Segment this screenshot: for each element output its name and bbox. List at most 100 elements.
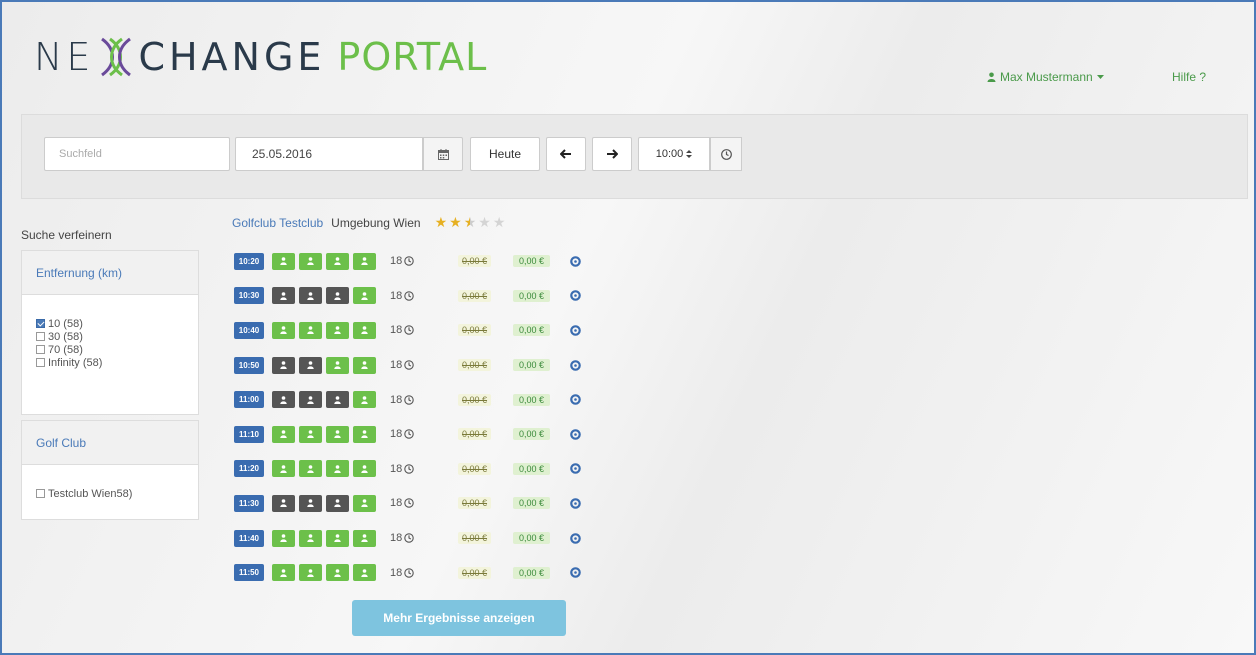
player-slot-free[interactable] — [353, 287, 376, 305]
logo-text-ne: NE — [34, 35, 95, 79]
teetime-row[interactable]: 11:10 18 0,00 € 0,00 € — [234, 417, 581, 452]
search-input[interactable]: Suchfeld — [44, 137, 230, 171]
player-slot-free[interactable] — [272, 529, 295, 547]
player-slot-free[interactable] — [299, 321, 322, 339]
club-option-testclub[interactable]: Testclub Wien58) — [36, 487, 184, 500]
distance-option-30[interactable]: 30 (58) — [36, 330, 184, 343]
teetime-row[interactable]: 10:50 18 0,00 € 0,00 € — [234, 348, 581, 383]
gear-icon[interactable] — [570, 359, 581, 371]
clock-button[interactable] — [710, 137, 742, 171]
date-field[interactable]: 25.05.2016 — [235, 137, 423, 171]
club-name-link[interactable]: Golfclub Testclub — [232, 216, 323, 230]
price-current: 0,00 € — [513, 324, 551, 337]
teetime-row[interactable]: 11:30 18 0,00 € 0,00 € — [234, 486, 581, 521]
player-slots — [272, 460, 376, 478]
today-button[interactable]: Heute — [470, 137, 540, 171]
player-slot-free[interactable] — [299, 529, 322, 547]
player-slot-free[interactable] — [353, 356, 376, 374]
show-more-button[interactable]: Mehr Ergebnisse anzeigen — [352, 600, 566, 636]
distance-option-infinity[interactable]: Infinity (58) — [36, 356, 184, 369]
person-icon — [361, 257, 368, 266]
gear-icon[interactable] — [570, 567, 581, 578]
teetime-row[interactable]: 10:40 18 0,00 € 0,00 € — [234, 313, 581, 348]
gear-icon[interactable] — [570, 290, 581, 302]
checkbox[interactable] — [36, 489, 45, 498]
teetime-badge[interactable]: 11:40 — [234, 529, 264, 547]
checkbox[interactable] — [36, 319, 45, 328]
player-slot-free[interactable] — [353, 391, 376, 409]
time-select[interactable]: 10:00 — [638, 137, 710, 171]
gear-icon[interactable] — [570, 325, 581, 336]
teetime-badge[interactable]: 11:10 — [234, 425, 264, 443]
clock-icon — [404, 429, 414, 440]
teetime-row[interactable]: 11:50 18 0,00 € 0,00 € — [234, 555, 581, 590]
player-slot-free[interactable] — [353, 425, 376, 443]
player-slot-free[interactable] — [353, 494, 376, 512]
club-filter-title[interactable]: Golf Club — [22, 421, 198, 465]
teetime-badge[interactable]: 10:30 — [234, 287, 264, 305]
gear-icon[interactable] — [570, 428, 581, 440]
price-original: 0,00 € — [458, 428, 492, 441]
checkbox[interactable] — [36, 332, 45, 341]
player-slot-free[interactable] — [272, 321, 295, 339]
teetime-badge[interactable]: 11:50 — [234, 564, 264, 582]
teetime-row[interactable]: 11:40 18 0,00 € 0,00 € — [234, 521, 581, 556]
checkbox[interactable] — [36, 358, 45, 367]
holes-count: 18 — [390, 324, 403, 337]
help-link[interactable]: Hilfe ? — [1172, 70, 1206, 84]
player-slot-free[interactable] — [299, 425, 322, 443]
next-day-button[interactable] — [592, 137, 632, 171]
person-icon — [334, 430, 341, 439]
teetime-badge[interactable]: 11:30 — [234, 494, 264, 512]
holes-info: 18 — [390, 463, 430, 475]
arrow-right-icon — [607, 149, 618, 159]
player-slot-free[interactable] — [353, 460, 376, 478]
player-slot-free[interactable] — [272, 460, 295, 478]
user-menu[interactable]: Max Mustermann — [987, 70, 1104, 84]
player-slot-free[interactable] — [272, 425, 295, 443]
player-slot-free[interactable] — [299, 564, 322, 582]
player-slot-free[interactable] — [326, 564, 349, 582]
price-original: 0,00 € — [458, 255, 492, 268]
player-slot-free[interactable] — [326, 321, 349, 339]
teetime-badge[interactable]: 10:50 — [234, 356, 264, 374]
player-slots — [272, 494, 376, 512]
teetime-row[interactable]: 11:20 18 0,00 € 0,00 € — [234, 452, 581, 487]
player-slot-free[interactable] — [272, 252, 295, 270]
distance-option-10[interactable]: 10 (58) — [36, 317, 184, 330]
calendar-button[interactable] — [423, 137, 463, 171]
price-current: 0,00 € — [513, 566, 551, 579]
player-slot-free[interactable] — [272, 564, 295, 582]
teetime-badge[interactable]: 11:00 — [234, 391, 264, 409]
gear-icon[interactable] — [570, 463, 581, 475]
teetime-row[interactable]: 11:00 18 0,00 € 0,00 € — [234, 382, 581, 417]
teetime-row[interactable]: 10:30 18 0,00 € 0,00 € — [234, 279, 581, 314]
player-slot-free[interactable] — [326, 529, 349, 547]
distance-filter-title[interactable]: Entfernung (km) — [22, 251, 198, 295]
prev-day-button[interactable] — [546, 137, 586, 171]
gear-icon[interactable] — [570, 532, 581, 544]
player-slot-free[interactable] — [326, 460, 349, 478]
player-slot-free[interactable] — [326, 356, 349, 374]
gear-icon[interactable] — [570, 498, 581, 509]
price-original: 0,00 € — [458, 393, 492, 406]
star-half-icon: ★ — [463, 214, 477, 230]
player-slot-free[interactable] — [299, 252, 322, 270]
player-slot-free[interactable] — [326, 252, 349, 270]
player-slot-free[interactable] — [299, 460, 322, 478]
holes-count: 18 — [390, 359, 403, 372]
player-slot-free[interactable] — [353, 252, 376, 270]
teetime-badge[interactable]: 10:40 — [234, 321, 264, 339]
teetime-row[interactable]: 10:20 18 0,00 € 0,00 € — [234, 244, 581, 279]
teetime-badge[interactable]: 10:20 — [234, 252, 264, 270]
gear-icon[interactable] — [570, 394, 581, 405]
player-slot-free[interactable] — [353, 564, 376, 582]
player-slot-free[interactable] — [353, 321, 376, 339]
logo[interactable]: NE CHANGE PORTAL — [34, 32, 487, 82]
teetime-badge[interactable]: 11:20 — [234, 460, 264, 478]
checkbox[interactable] — [36, 345, 45, 354]
player-slot-free[interactable] — [326, 425, 349, 443]
distance-option-70[interactable]: 70 (58) — [36, 343, 184, 356]
gear-icon[interactable] — [570, 255, 581, 267]
player-slot-free[interactable] — [353, 529, 376, 547]
